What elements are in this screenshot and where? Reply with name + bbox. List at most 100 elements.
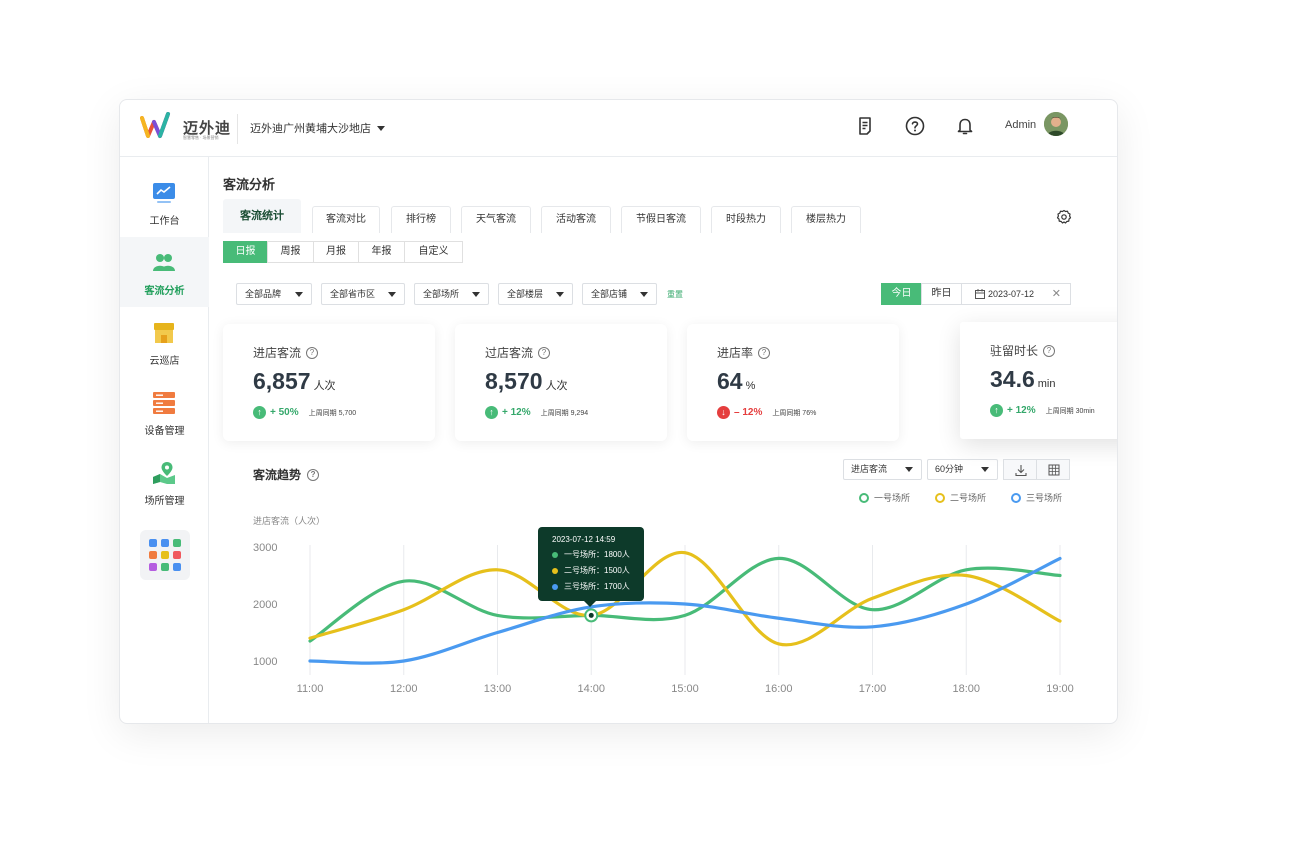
legend-item-venue-1[interactable]: 一号场所 (859, 491, 910, 504)
interval-select[interactable]: 60分钟 (927, 459, 998, 480)
x-tick-label: 17:00 (859, 683, 887, 695)
caret-down-icon (377, 125, 385, 131)
location-icon (153, 462, 175, 484)
help-icon[interactable]: ? (538, 346, 551, 359)
kpi-card-entry-rate: 进店率? 64% ↓ – 12% 上周同期 76% (687, 324, 899, 441)
help-icon[interactable]: ? (306, 346, 319, 359)
kpi-unit: min (1037, 378, 1056, 390)
kpi-unit: 人次 (545, 380, 568, 392)
top-bar: 迈外迪 智慧零售 · 场景营销 迈外迪广州黄埔大沙地店 Admin (120, 100, 1117, 157)
help-icon[interactable]: ? (1043, 344, 1056, 357)
legend-item-venue-2[interactable]: 二号场所 (935, 491, 986, 504)
tooltip-dot (552, 567, 558, 574)
document-icon[interactable] (854, 115, 876, 137)
caret-down-icon (388, 292, 396, 297)
sidebar-item-cloud-patrol[interactable]: 云巡店 (120, 307, 209, 377)
legend-marker (1011, 492, 1021, 503)
table-icon (1048, 464, 1060, 476)
reset-link[interactable]: 重置 (667, 289, 683, 300)
download-icon (1015, 465, 1027, 477)
period-weekly[interactable]: 周报 (267, 241, 314, 263)
today-button[interactable]: 今日 (881, 283, 922, 305)
caret-down-icon (640, 292, 648, 297)
floor-filter-value: 全部楼层 (507, 289, 544, 299)
kpi-delta: + 50% (270, 407, 299, 418)
people-icon (153, 254, 175, 271)
tab-ranking[interactable]: 排行榜 (391, 206, 451, 233)
help-icon[interactable] (904, 115, 926, 137)
period-daily[interactable]: 日报 (223, 241, 268, 263)
tab-traffic-stats[interactable]: 客流统计 (223, 199, 301, 233)
table-view-button[interactable] (1036, 459, 1070, 480)
highlight-point-center (588, 612, 594, 618)
chart-tooltip: 2023-07-12 14:59 一号场所：1800人 二号场所：1500人 三… (538, 527, 644, 607)
kpi-card-entering-traffic: 进店客流? 6,857 人次 ↑ + 50% 上周同期 5,700 (223, 324, 435, 441)
sidebar-item-workbench[interactable]: 工作台 (120, 167, 209, 237)
yesterday-button[interactable]: 昨日 (921, 283, 962, 305)
legend-marker (859, 492, 869, 503)
venue-filter[interactable]: 全部场所 (414, 283, 489, 305)
user-name[interactable]: Admin (1005, 119, 1036, 131)
logo-subtitle: 智慧零售 · 场景营销 (183, 135, 219, 140)
tab-event-traffic[interactable]: 活动客流 (541, 206, 611, 233)
help-icon[interactable]: ? (307, 468, 320, 481)
server-icon (153, 392, 175, 414)
sidebar-item-label: 场所管理 (144, 496, 185, 507)
venue-filter-value: 全部场所 (423, 289, 460, 299)
shop-filter[interactable]: 全部店铺 (582, 283, 657, 305)
kpi-title: 进店客流 (253, 346, 302, 360)
help-icon[interactable]: ? (758, 346, 771, 359)
kpi-value: 64 (717, 368, 743, 394)
arrow-up-icon: ↑ (253, 406, 266, 419)
period-yearly[interactable]: 年报 (358, 241, 405, 263)
brand-filter[interactable]: 全部品牌 (236, 283, 312, 305)
tooltip-row: 一号场所：1800人 (564, 550, 630, 559)
period-monthly[interactable]: 月报 (313, 241, 359, 263)
caret-down-icon (905, 467, 913, 472)
x-tick-label: 14:00 (577, 683, 605, 695)
metric-select[interactable]: 进店客流 (843, 459, 922, 480)
period-custom[interactable]: 自定义 (404, 241, 463, 263)
x-tick-label: 12:00 (390, 683, 418, 695)
page-title: 客流分析 (223, 177, 276, 192)
caret-down-icon (556, 292, 564, 297)
app-window: 迈外迪 智慧零售 · 场景营销 迈外迪广州黄埔大沙地店 Admin 工作台 客流… (119, 99, 1118, 724)
tab-floor-heatmap[interactable]: 楼层热力 (791, 206, 861, 233)
legend-label: 二号场所 (950, 493, 987, 503)
legend-label: 三号场所 (1026, 493, 1063, 503)
avatar[interactable] (1044, 112, 1068, 136)
kpi-compare: 上周同期 30min (1045, 407, 1095, 415)
caret-down-icon (472, 292, 480, 297)
kpi-value: 6,857 (253, 368, 311, 394)
legend-label: 一号场所 (874, 493, 911, 503)
sidebar-item-device-management[interactable]: 设备管理 (120, 377, 209, 447)
apps-grid-button[interactable] (140, 530, 190, 580)
tab-weather-traffic[interactable]: 天气客流 (461, 206, 531, 233)
settings-icon[interactable] (1056, 209, 1072, 225)
floor-filter[interactable]: 全部楼层 (498, 283, 573, 305)
legend-item-venue-3[interactable]: 三号场所 (1011, 491, 1062, 504)
x-tick-label: 16:00 (765, 683, 793, 695)
clear-icon[interactable]: ✕ (1052, 284, 1061, 304)
kpi-unit: 人次 (313, 380, 336, 392)
legend-marker (935, 492, 945, 503)
sidebar-item-label: 云巡店 (149, 356, 180, 367)
kpi-delta: – 12% (734, 407, 763, 418)
highlight-point (584, 608, 599, 623)
tab-time-heatmap[interactable]: 时段热力 (711, 206, 781, 233)
tab-holiday-traffic[interactable]: 节假日客流 (621, 206, 701, 233)
region-filter[interactable]: 全部省市区 (321, 283, 405, 305)
date-value: 2023-07-12 (988, 289, 1035, 299)
date-picker[interactable]: 2023-07-12 ✕ (961, 283, 1071, 305)
x-tick-label: 15:00 (671, 683, 699, 695)
kpi-compare: 上周同期 76% (772, 409, 817, 417)
download-button[interactable] (1003, 459, 1037, 480)
bell-icon[interactable] (954, 115, 976, 137)
store-selector[interactable]: 迈外迪广州黄埔大沙地店 (250, 120, 385, 136)
sidebar-item-venue-management[interactable]: 场所管理 (120, 447, 209, 517)
sidebar-item-traffic-analysis[interactable]: 客流分析 (120, 237, 209, 307)
kpi-title: 过店客流 (485, 346, 534, 360)
trend-title-text: 客流趋势 (253, 468, 302, 482)
tab-traffic-compare[interactable]: 客流对比 (312, 206, 380, 233)
brand-filter-value: 全部品牌 (245, 289, 282, 299)
